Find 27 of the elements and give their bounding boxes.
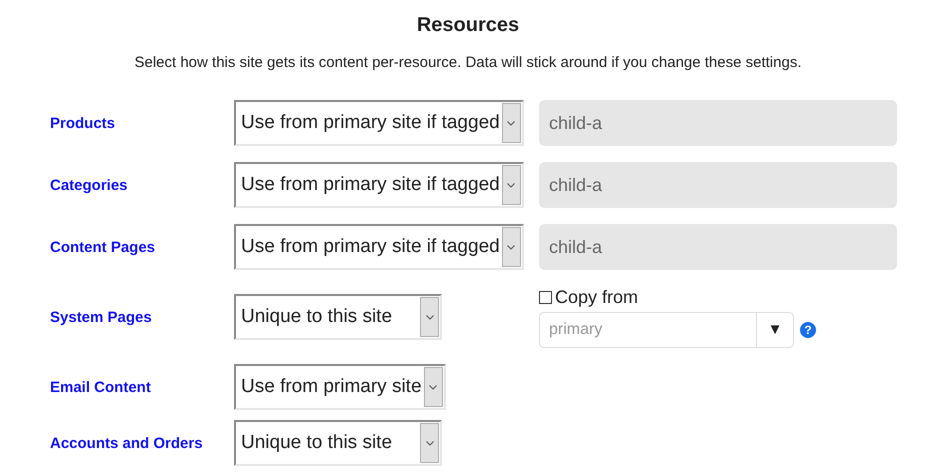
caret-icon [426, 440, 434, 446]
caret-icon [507, 182, 516, 188]
text-field[interactable]: child-a [539, 162, 897, 208]
resource-label: Content Pages [50, 238, 156, 256]
checkbox[interactable] [539, 290, 552, 304]
dropdown[interactable]: Unique to this site [234, 420, 442, 466]
resource-label: Email Content [50, 378, 152, 396]
copy-source-dropdown[interactable]: primary ▼ [539, 312, 794, 348]
dropdown[interactable]: Unique to this site [234, 294, 442, 340]
text-field[interactable]: child-a [539, 100, 897, 146]
resource-label: System Pages [50, 308, 153, 326]
help-icon[interactable]: ? [800, 322, 816, 338]
caret-icon [507, 120, 516, 126]
dropdown[interactable]: Use from primary site [234, 364, 446, 410]
resource-label: Categories [50, 176, 129, 194]
caret-icon [507, 244, 516, 250]
resource-label: Products [50, 114, 116, 132]
checkbox-label: Copy from [555, 286, 638, 308]
text-field[interactable]: child-a [539, 224, 897, 270]
caret-icon [429, 384, 438, 390]
dropdown[interactable]: Use from primary site if tagged [234, 100, 524, 146]
dropdown[interactable]: Use from primary site if tagged [234, 162, 524, 208]
page-title: Resources [416, 13, 520, 38]
caret-icon [426, 314, 434, 320]
dropdown[interactable]: Use from primary site if tagged [234, 224, 524, 270]
description: Select how this site gets its content per-resource. Data will stick around if you change these settings. [133, 53, 802, 73]
resource-label: Accounts and Orders [50, 434, 204, 452]
